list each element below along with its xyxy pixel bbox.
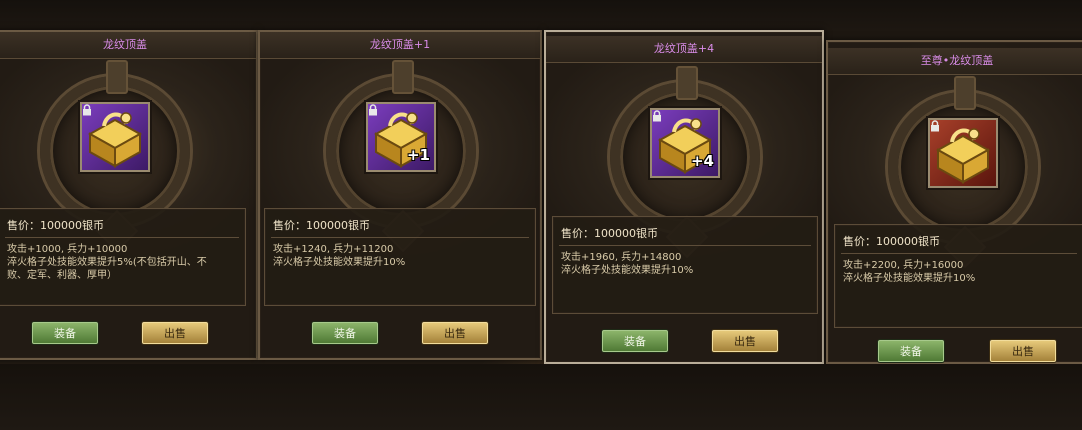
- game-screen: 龙纹顶盖 售价：100000银币 攻击+1000, 兵力+10000 淬火格子处…: [0, 0, 1082, 430]
- item-stats: 攻击+1000, 兵力+10000 淬火格子处技能效果提升5%(不包括开山、不 …: [7, 243, 239, 282]
- stat-line: 淬火格子处技能效果提升10%: [843, 273, 976, 284]
- stat-line: 攻击+2200, 兵力+16000: [843, 260, 964, 271]
- sell-button[interactable]: 出售: [142, 322, 208, 344]
- bottom-background: [0, 364, 1082, 430]
- item-price: 售价：100000银币: [561, 227, 658, 240]
- item-slot[interactable]: +1: [366, 102, 436, 172]
- stat-line: 攻击+1960, 兵力+14800: [561, 252, 682, 263]
- item-slot[interactable]: [928, 118, 998, 188]
- item-panel-4: 至尊•龙纹顶盖 售价：100000银币 攻击+2200, 兵力+16000 淬火…: [826, 40, 1082, 364]
- item-title: 至尊•龙纹顶盖: [828, 48, 1082, 75]
- item-panel-3: 龙纹顶盖+4 +4 售价：100000银币 攻击+1960, 兵力+14800 …: [544, 30, 824, 364]
- stat-line: 攻击+1000, 兵力+10000: [7, 244, 128, 255]
- enhance-level: +1: [406, 146, 430, 164]
- item-info-box: 售价：100000银币 攻击+2200, 兵力+16000 淬火格子处技能效果提…: [834, 224, 1082, 328]
- stat-line: 淬火格子处技能效果提升10%: [273, 257, 406, 268]
- lock-icon: [369, 104, 377, 116]
- item-stats: 攻击+2200, 兵力+16000 淬火格子处技能效果提升10%: [843, 259, 1077, 285]
- item-stats: 攻击+1240, 兵力+11200 淬火格子处技能效果提升10%: [273, 243, 529, 269]
- divider: [559, 245, 811, 246]
- sell-button[interactable]: 出售: [990, 340, 1056, 362]
- item-price: 售价：100000银币: [7, 219, 104, 232]
- equip-button[interactable]: 装备: [602, 330, 668, 352]
- stat-line: 败、定军、利器、厚甲）: [7, 270, 117, 281]
- item-price: 售价：100000银币: [273, 219, 370, 232]
- item-panel-1: 龙纹顶盖 售价：100000银币 攻击+1000, 兵力+10000 淬火格子处…: [0, 30, 258, 360]
- divider: [5, 237, 239, 238]
- item-slot[interactable]: +4: [650, 108, 720, 178]
- stat-line: 淬火格子处技能效果提升5%(不包括开山、不: [7, 257, 207, 268]
- stat-line: 淬火格子处技能效果提升10%: [561, 265, 694, 276]
- item-info-box: 售价：100000银币 攻击+1240, 兵力+11200 淬火格子处技能效果提…: [264, 208, 536, 306]
- item-title: 龙纹顶盖+4: [546, 36, 822, 63]
- enhance-level: +4: [690, 152, 714, 170]
- item-info-box: 售价：100000银币 攻击+1960, 兵力+14800 淬火格子处技能效果提…: [552, 216, 818, 314]
- equip-button[interactable]: 装备: [312, 322, 378, 344]
- lock-icon: [653, 110, 661, 122]
- item-info-box: 售价：100000银币 攻击+1000, 兵力+10000 淬火格子处技能效果提…: [0, 208, 246, 306]
- lock-icon: [83, 104, 91, 116]
- lock-icon: [931, 120, 939, 132]
- item-price: 售价：100000银币: [843, 235, 940, 248]
- equip-button[interactable]: 装备: [32, 322, 98, 344]
- item-slot[interactable]: [80, 102, 150, 172]
- item-panel-2: 龙纹顶盖+1 +1 售价：100000银币 攻击+1240, 兵力+11200 …: [258, 30, 542, 360]
- item-title: 龙纹顶盖: [0, 32, 256, 59]
- divider: [271, 237, 529, 238]
- item-title: 龙纹顶盖+1: [260, 32, 540, 59]
- sell-button[interactable]: 出售: [712, 330, 778, 352]
- stat-line: 攻击+1240, 兵力+11200: [273, 244, 394, 255]
- sell-button[interactable]: 出售: [422, 322, 488, 344]
- item-stats: 攻击+1960, 兵力+14800 淬火格子处技能效果提升10%: [561, 251, 811, 277]
- equip-button[interactable]: 装备: [878, 340, 944, 362]
- divider: [841, 253, 1077, 254]
